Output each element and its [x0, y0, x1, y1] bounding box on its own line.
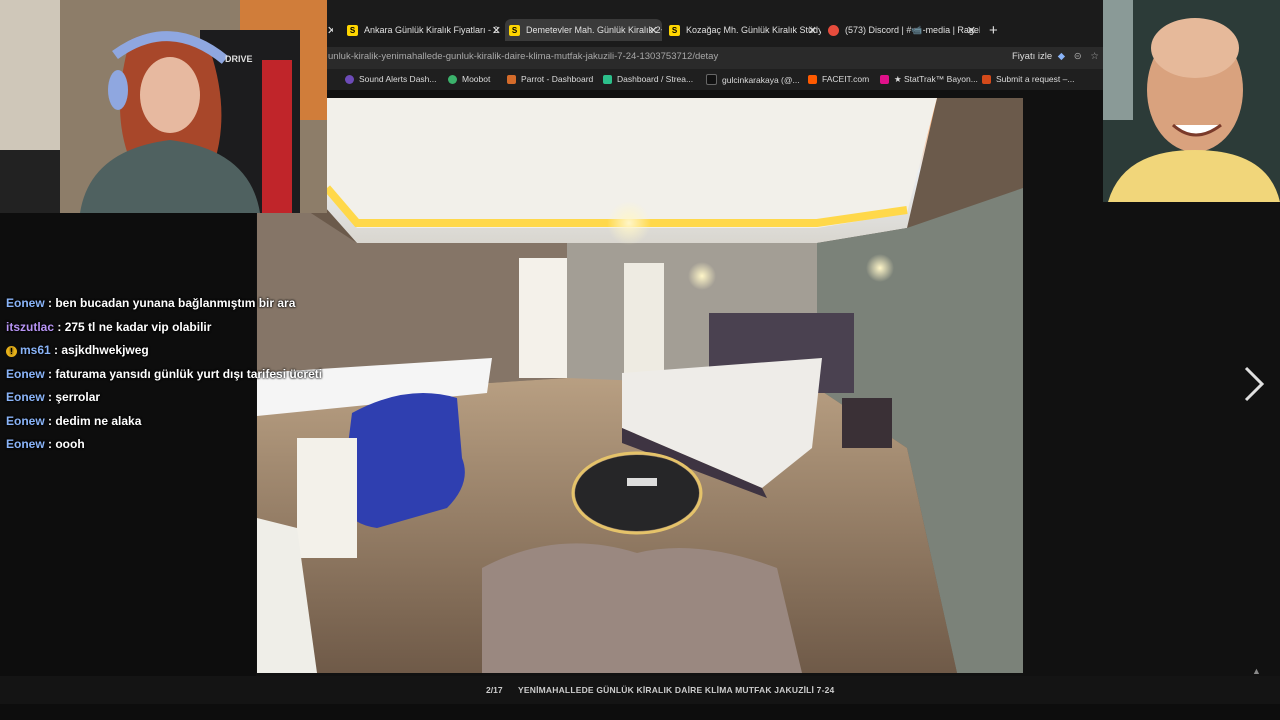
- chat-text: şerrolar: [55, 390, 101, 404]
- chat-message: Eonew : şerrolar: [6, 390, 101, 404]
- faceit-icon: [808, 74, 817, 84]
- new-tab-button[interactable]: +: [989, 19, 1003, 41]
- url-text[interactable]: unluk-kiralik-yenimahallede-gunluk-kiral…: [328, 51, 718, 62]
- bookmark-item[interactable]: Submit a request –...: [982, 74, 1074, 84]
- chat-username: Eonew: [6, 390, 45, 404]
- bookmark-item[interactable]: Moobot: [448, 74, 490, 84]
- tab-close-partial[interactable]: ✕: [327, 19, 333, 41]
- photo-counter: 2/17: [486, 685, 503, 695]
- chat-message: ! ms61 : asjkdhwekjweg: [6, 343, 149, 357]
- chat-text: faturama yansıdı günlük yurt dışı tarife…: [55, 367, 323, 381]
- sahibinden-favicon-icon: S: [509, 24, 520, 36]
- badge-icon: !: [6, 346, 17, 357]
- close-icon[interactable]: ✕: [492, 24, 501, 37]
- chat-username: itszutlac: [6, 320, 55, 334]
- chat-message: Eonew : faturama yansıdı günlük yurt dış…: [6, 367, 323, 381]
- next-photo-button[interactable]: [1240, 362, 1270, 406]
- bookmark-item[interactable]: FACEIT.com: [808, 74, 869, 84]
- price-watch-label: Fiyatı izle: [1012, 51, 1053, 62]
- parrot-icon: [507, 74, 516, 84]
- scroll-up-icon[interactable]: ▲: [1252, 666, 1261, 676]
- moobot-icon: [448, 74, 457, 84]
- close-icon[interactable]: ✕: [649, 24, 658, 37]
- bookmark-label: gulcinkarakaya (@...: [722, 74, 800, 85]
- listing-photo[interactable]: [257, 98, 1023, 673]
- guest-webcam: [1103, 0, 1280, 202]
- chat-text: asjkdhwekjweg: [61, 343, 149, 357]
- plus-icon: +: [989, 21, 998, 39]
- chat-username: ms61: [20, 343, 51, 357]
- bookmark-label: FACEIT.com: [822, 74, 870, 84]
- tag-icon: ◆: [1057, 51, 1066, 62]
- chat-username: Eonew: [6, 296, 45, 310]
- chat-text: dedim ne alaka: [55, 414, 142, 428]
- bookmark-item[interactable]: gulcinkarakaya (@...: [706, 74, 800, 85]
- discord-icon: [828, 24, 839, 36]
- chair-brand-text: DRIVE: [225, 54, 253, 64]
- browser-tab-bar: ✕ S Ankara Günlük Kiralık Fiyatları - 2 …: [327, 0, 1103, 47]
- zendesk-icon: [982, 74, 991, 84]
- sahibinden-favicon-icon: S: [347, 24, 358, 36]
- price-watch-button[interactable]: Fiyatı izle ◆ ⊝ ☆: [1012, 51, 1099, 62]
- close-icon[interactable]: ✕: [808, 24, 817, 37]
- bookmark-item[interactable]: Dashboard / Strea...: [603, 74, 693, 84]
- chat-message: Eonew : dedim ne alaka: [6, 414, 142, 428]
- chevron-right-icon: [1244, 366, 1265, 402]
- bookmark-label: Moobot: [462, 74, 491, 84]
- bookmark-item[interactable]: Sound Alerts Dash...: [345, 74, 437, 84]
- more-icon[interactable]: ⊝: [1074, 51, 1082, 62]
- bookmark-label: Parrot - Dashboard: [521, 74, 594, 84]
- close-icon[interactable]: ✕: [967, 24, 976, 37]
- chat-text: oooh: [55, 437, 85, 451]
- photo-caption: YENİMAHALLEDE GÜNLÜK KİRALIK DAİRE KLİMA…: [518, 685, 835, 695]
- bookmark-item[interactable]: ★ StatTrak™ Bayon...: [880, 74, 978, 85]
- sahibinden-favicon-icon: S: [669, 24, 680, 36]
- chat-message: itszutlac : 275 tl ne kadar vip olabilir: [6, 320, 212, 334]
- star-icon[interactable]: ☆: [1090, 51, 1099, 62]
- browser-tab[interactable]: S Ankara Günlük Kiralık Fiyatları - 2 ✕: [347, 19, 505, 41]
- chat-message: Eonew : ben bucadan yunana bağlanmıştım …: [6, 296, 296, 310]
- tab-label: (573) Discord | #📹-media | RageK: [845, 24, 980, 35]
- chat-text: ben bucadan yunana bağlanmıştım bir ara: [55, 296, 296, 310]
- browser-tab[interactable]: (573) Discord | #📹-media | RageK ✕: [828, 19, 980, 41]
- streamer-webcam: DRIVE: [0, 0, 327, 213]
- chat-username: Eonew: [6, 414, 45, 428]
- bookmark-label: ★ StatTrak™ Bayon...: [894, 74, 978, 84]
- browser-tab[interactable]: S Kozağaç Mh. Günlük Kiralık Stüdy ✕: [669, 19, 821, 41]
- chat-username: Eonew: [6, 437, 45, 451]
- chat-text: 275 tl ne kadar vip olabilir: [64, 320, 212, 334]
- streamlabs-icon: [603, 74, 612, 84]
- tab-label: Kozağaç Mh. Günlük Kiralık Stüdy: [686, 25, 821, 35]
- bookmark-item[interactable]: Parrot - Dashboard: [507, 74, 593, 84]
- tab-label: Demetevler Mah. Günlük Kiralık 2+: [526, 25, 662, 35]
- tab-label: Ankara Günlük Kiralık Fiyatları - 2: [364, 25, 499, 35]
- browser-tab-active[interactable]: S Demetevler Mah. Günlük Kiralık 2+ ✕: [505, 19, 662, 41]
- chat-message: Eonew : oooh: [6, 437, 85, 451]
- sound-alerts-icon: [345, 74, 354, 84]
- bookmark-label: Submit a request –...: [996, 74, 1075, 84]
- bookmark-label: Sound Alerts Dash...: [359, 74, 437, 84]
- knife-icon: [880, 75, 889, 84]
- chat-username: Eonew: [6, 367, 45, 381]
- bookmark-label: Dashboard / Strea...: [617, 74, 694, 84]
- tiktok-icon: [706, 74, 717, 85]
